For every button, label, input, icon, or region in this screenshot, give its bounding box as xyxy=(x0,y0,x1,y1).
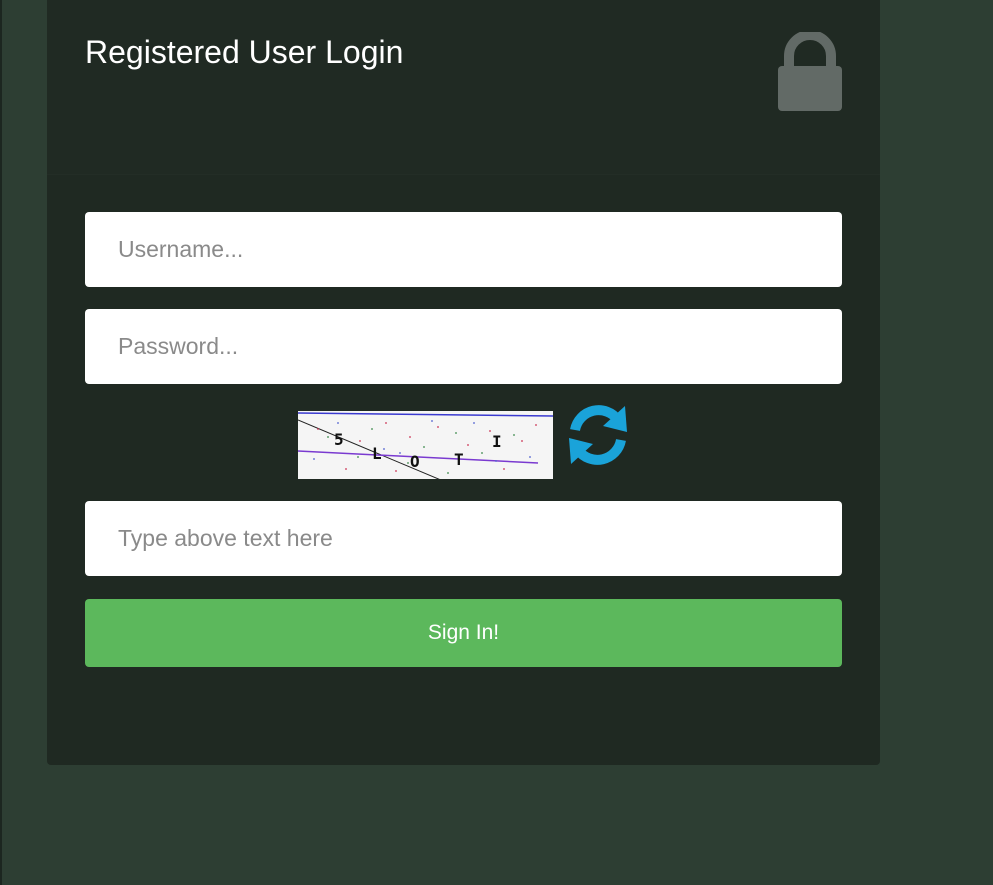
lock-icon xyxy=(777,30,843,112)
username-input[interactable] xyxy=(85,212,842,287)
refresh-captcha-button[interactable] xyxy=(563,400,633,470)
login-card: Registered User Login Username... 5L O T… xyxy=(47,0,880,765)
login-card-header: Registered User Login xyxy=(47,0,880,175)
login-title: Registered User Login xyxy=(85,34,404,70)
captcha-char: I xyxy=(492,432,502,451)
captcha-image: 5 L O T I xyxy=(298,411,553,479)
password-input[interactable] xyxy=(85,309,842,384)
refresh-icon xyxy=(569,405,627,465)
captcha-char: 5 xyxy=(334,430,344,449)
captcha-char: L xyxy=(372,444,382,463)
sign-in-button[interactable]: Sign In! xyxy=(85,599,842,667)
captcha-char: O xyxy=(410,452,420,471)
captcha-input[interactable] xyxy=(85,501,842,576)
page-left-border xyxy=(0,0,2,885)
captcha-char: T xyxy=(454,450,464,469)
